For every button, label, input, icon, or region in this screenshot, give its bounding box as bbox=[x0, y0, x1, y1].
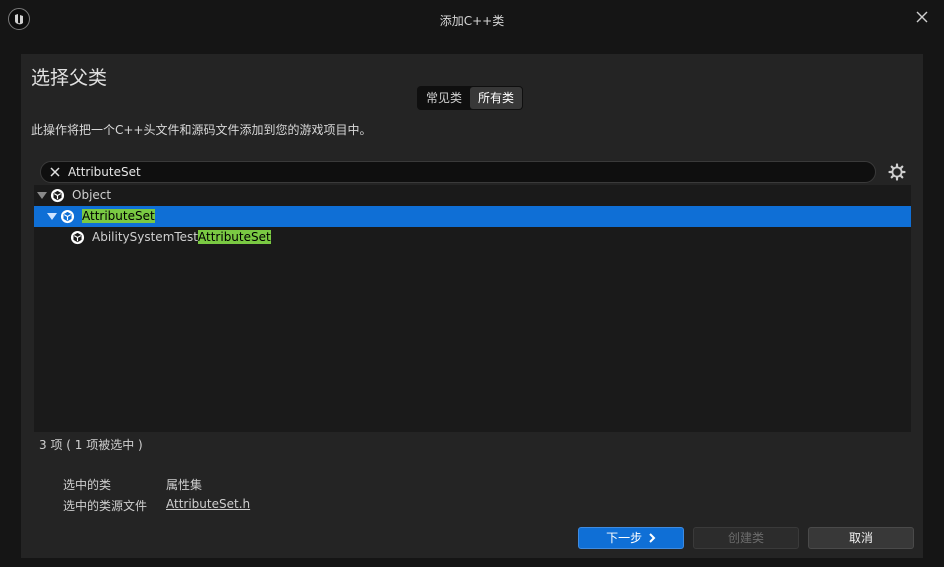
class-tree: Object AttributeSet AbilitySystemTestAtt… bbox=[34, 185, 911, 432]
tree-row-label: AbilitySystemTestAttributeSet bbox=[92, 230, 271, 244]
tree-row-label: AttributeSet bbox=[82, 209, 155, 223]
tab-common-classes[interactable]: 常见类 bbox=[418, 87, 470, 109]
tree-row[interactable]: AbilitySystemTestAttributeSet bbox=[34, 227, 911, 248]
cancel-button[interactable]: 取消 bbox=[808, 527, 914, 549]
selected-class-label: 选中的类 bbox=[63, 478, 112, 492]
source-file-link[interactable]: AttributeSet.h bbox=[166, 497, 250, 511]
class-filter-tabs: 常见类 所有类 bbox=[417, 86, 524, 110]
class-icon bbox=[50, 188, 65, 203]
search-input[interactable]: AttributeSet bbox=[40, 161, 876, 183]
tree-row-label: Object bbox=[72, 188, 112, 202]
description-text: 此操作将把一个C++头文件和源码文件添加到您的游戏项目中。 bbox=[31, 123, 372, 137]
class-icon bbox=[60, 209, 75, 224]
item-count: 3 项 ( 1 项被选中 ) bbox=[39, 438, 143, 452]
close-icon[interactable] bbox=[914, 9, 930, 25]
tab-all-classes[interactable]: 所有类 bbox=[470, 87, 523, 109]
dialog-panel: 选择父类 常见类 所有类 此操作将把一个C++头文件和源码文件添加到您的游戏项目… bbox=[21, 54, 923, 558]
clear-search-icon[interactable] bbox=[49, 166, 61, 178]
create-class-button[interactable]: 创建类 bbox=[693, 527, 799, 549]
page-title: 选择父类 bbox=[31, 67, 108, 89]
source-file-label: 选中的类源文件 bbox=[63, 499, 148, 513]
class-icon bbox=[70, 230, 85, 245]
expand-arrow-icon[interactable] bbox=[37, 192, 47, 199]
expand-arrow-icon[interactable] bbox=[47, 213, 57, 220]
window-title: 添加C++类 bbox=[439, 14, 505, 28]
chevron-right-icon bbox=[649, 533, 656, 543]
next-button[interactable]: 下一步 bbox=[578, 527, 684, 549]
selected-class-value: 属性集 bbox=[166, 478, 203, 492]
next-button-label: 下一步 bbox=[606, 531, 643, 545]
tree-row-selected[interactable]: AttributeSet bbox=[34, 206, 911, 227]
title-bar: 添加C++类 bbox=[0, 0, 944, 40]
settings-gear-icon[interactable] bbox=[887, 162, 907, 182]
search-value: AttributeSet bbox=[68, 165, 141, 179]
tree-row[interactable]: Object bbox=[34, 185, 911, 206]
